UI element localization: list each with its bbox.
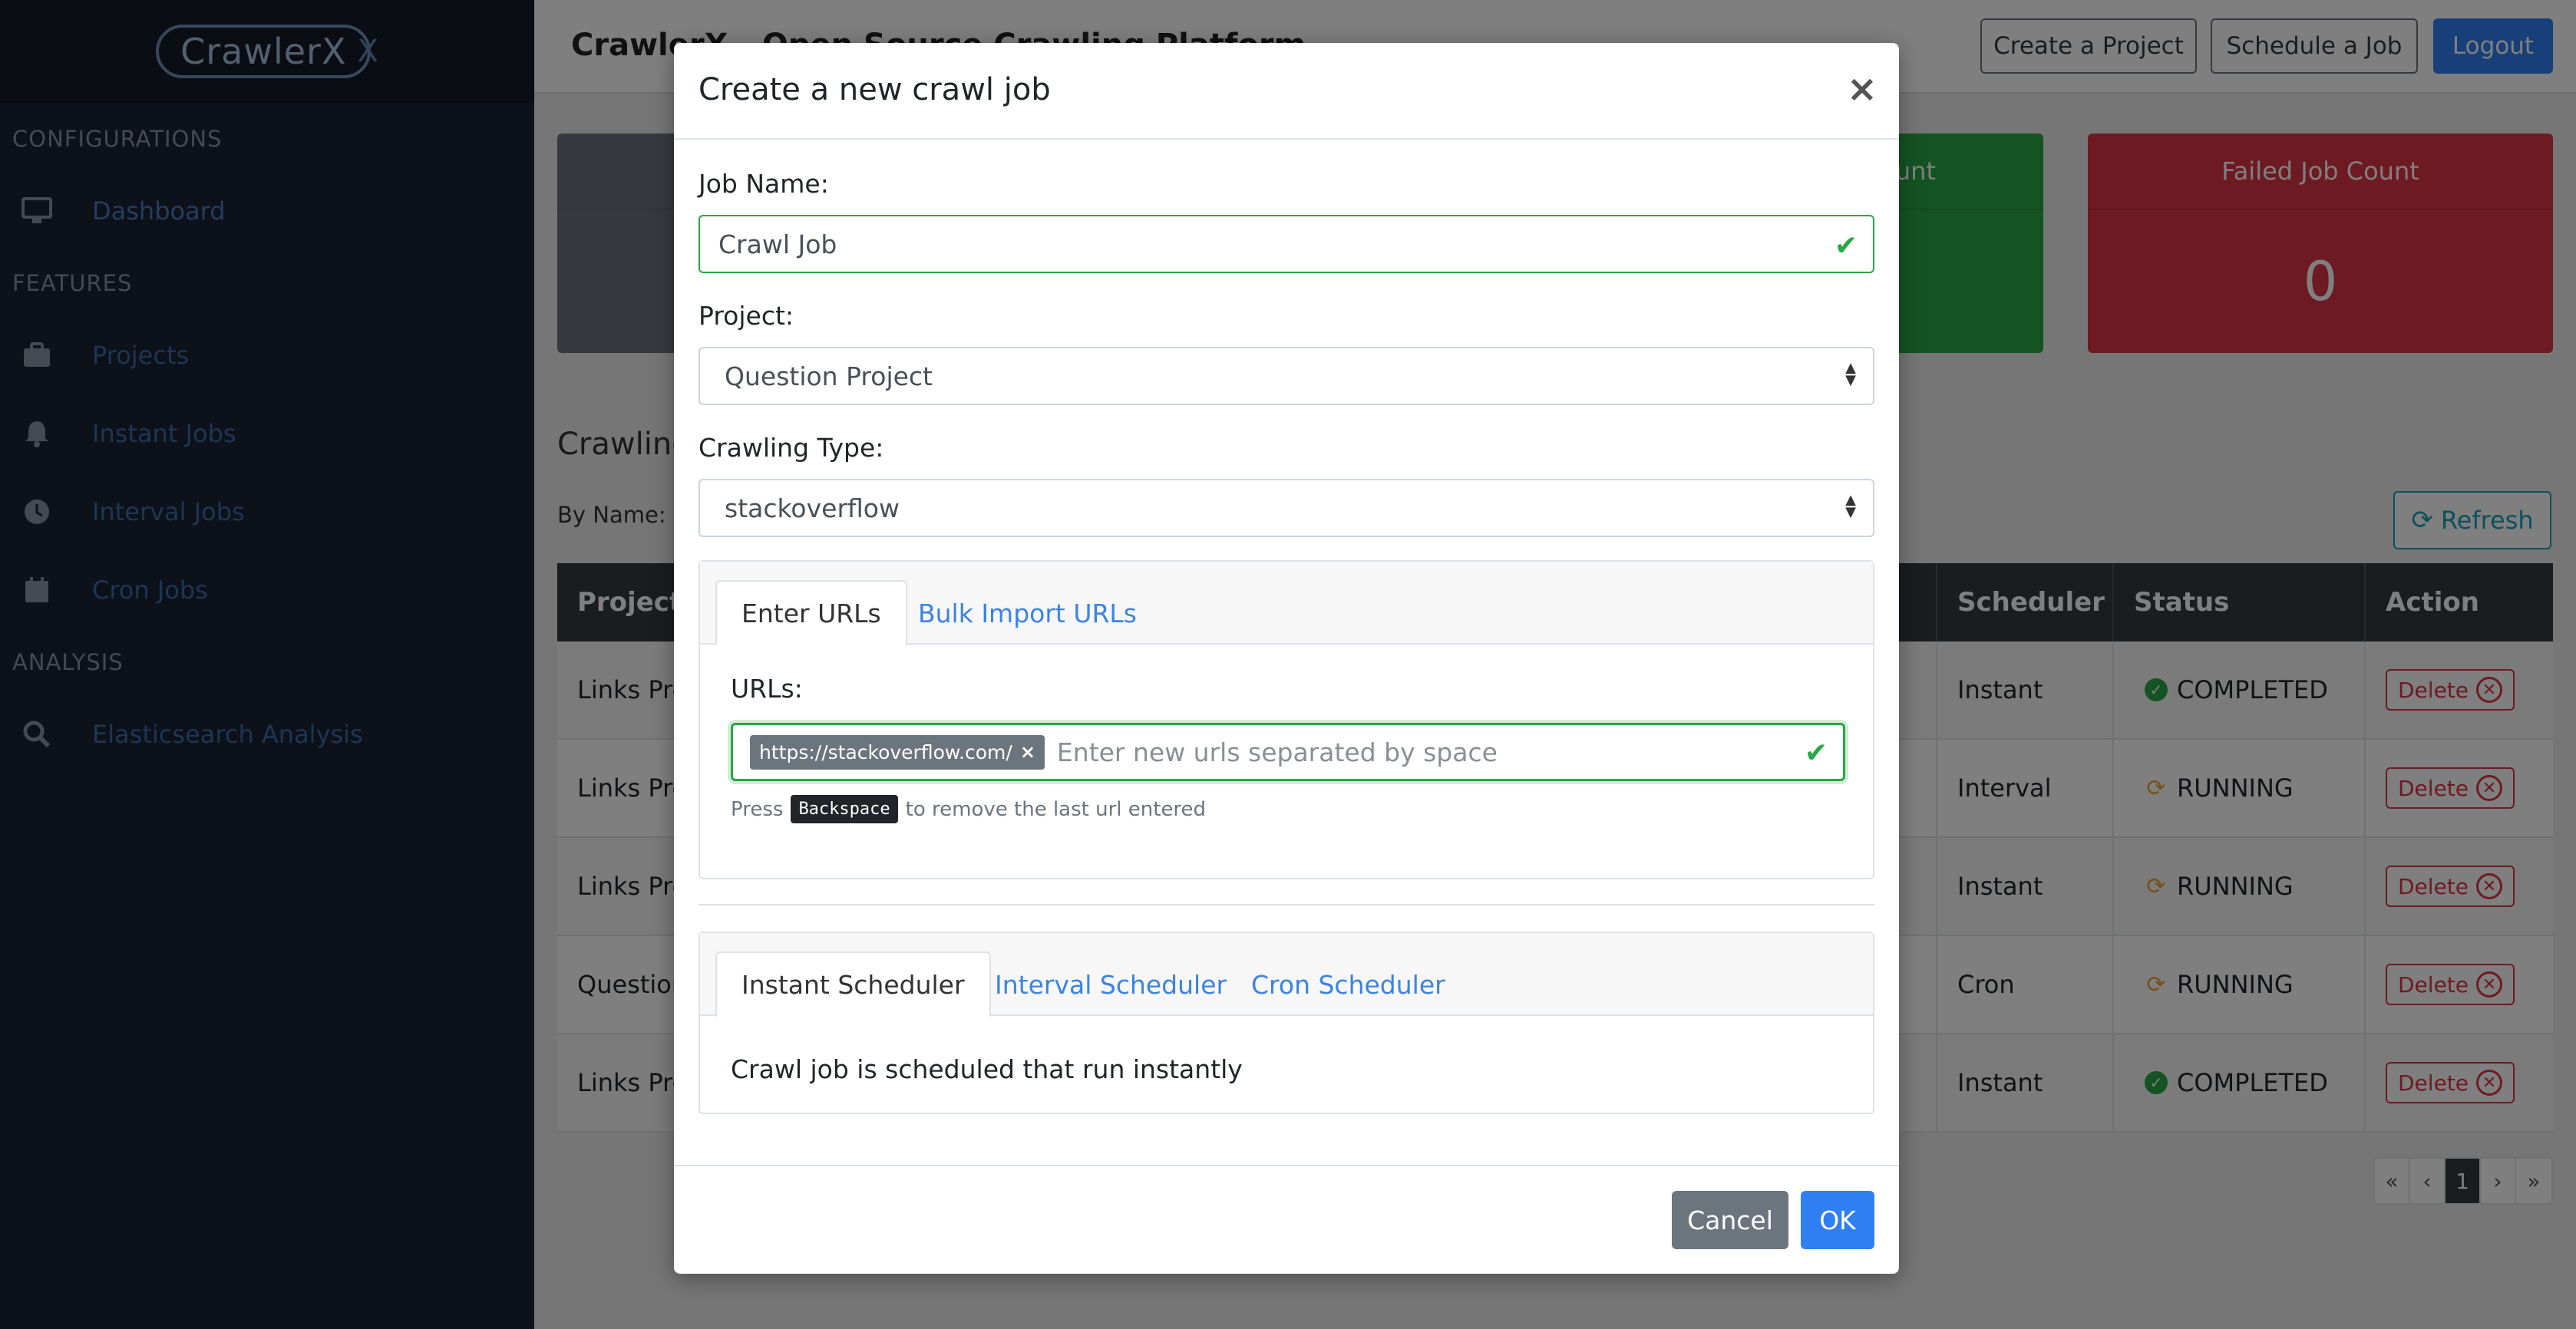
scheduler-tabs: Instant Scheduler Interval Scheduler Cro… (700, 933, 1873, 1017)
scheduler-tab-card: Instant Scheduler Interval Scheduler Cro… (698, 932, 1874, 1114)
tab-cron-scheduler[interactable]: Cron Scheduler (1227, 951, 1470, 1017)
urls-hint: Press Backspace to remove the last url e… (731, 795, 1206, 823)
url-tab-card: Enter URLs Bulk Import URLs URLs: https:… (698, 560, 1874, 879)
scheduler-description: Crawl job is scheduled that run instantl… (731, 1054, 1243, 1084)
modal-footer: Cancel OK (674, 1165, 1899, 1274)
url-tag-text: https://stackoverflow.com/ (759, 740, 1012, 763)
crawling-type-label: Crawling Type: (698, 433, 884, 463)
url-tabs: Enter URLs Bulk Import URLs (700, 562, 1873, 646)
close-icon[interactable]: × (1847, 68, 1878, 110)
select-caret-icon: ▲ ▼ (1845, 492, 1856, 520)
modal-title: Create a new crawl job (698, 72, 1051, 107)
create-job-modal: Create a new crawl job × Job Name: Crawl… (674, 43, 1899, 1274)
job-name-value: Crawl Job (718, 229, 837, 259)
urls-input[interactable]: https://stackoverflow.com/ × Enter new u… (731, 723, 1845, 781)
tab-enter-urls[interactable]: Enter URLs (715, 580, 907, 646)
ok-button[interactable]: OK (1801, 1191, 1874, 1249)
project-select[interactable]: Question Project ▲ ▼ (698, 347, 1874, 405)
hint-text-before: Press (731, 797, 784, 821)
crawling-type-selected-value: stackoverflow (725, 493, 900, 523)
select-caret-icon: ▲ ▼ (1845, 360, 1856, 388)
project-selected-value: Question Project (725, 361, 933, 391)
divider (698, 904, 1874, 905)
job-name-label: Job Name: (698, 169, 829, 199)
crawling-type-select[interactable]: stackoverflow ▲ ▼ (698, 479, 1874, 537)
urls-label: URLs: (731, 674, 803, 704)
project-label: Project: (698, 301, 794, 331)
cancel-button[interactable]: Cancel (1672, 1191, 1788, 1249)
tab-interval-scheduler[interactable]: Interval Scheduler (970, 951, 1251, 1017)
hint-key: Backspace (791, 795, 898, 823)
tab-instant-scheduler[interactable]: Instant Scheduler (715, 951, 991, 1017)
url-tag: https://stackoverflow.com/ × (750, 734, 1045, 770)
tab-bulk-import-urls[interactable]: Bulk Import URLs (893, 580, 1161, 646)
job-name-field[interactable]: Crawl Job ✔ (698, 215, 1874, 273)
check-icon: ✔ (1804, 737, 1828, 769)
urls-placeholder: Enter new urls separated by space (1056, 737, 1498, 767)
modal-header: Create a new crawl job × (674, 43, 1899, 140)
remove-tag-icon[interactable]: × (1020, 741, 1035, 763)
check-icon: ✔ (1834, 230, 1858, 262)
hint-text-after: to remove the last url entered (905, 797, 1207, 821)
